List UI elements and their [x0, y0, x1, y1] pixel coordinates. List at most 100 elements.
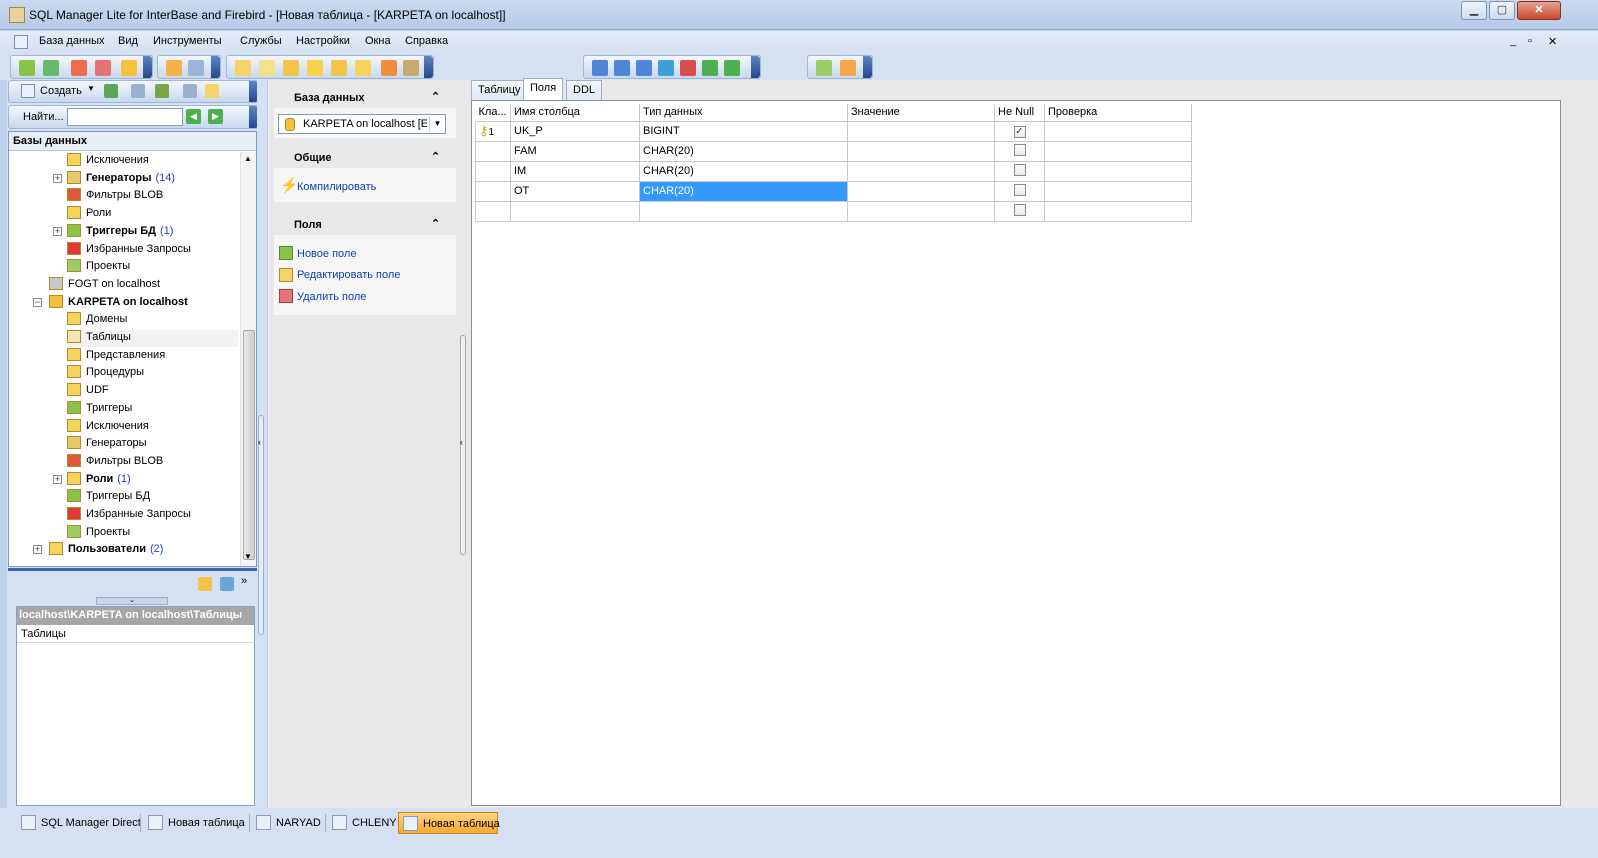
- disconnect-db-icon[interactable]: [95, 60, 111, 76]
- previous-window-icon[interactable]: [702, 60, 718, 76]
- grid-row[interactable]: OT CHAR(20): [475, 180, 1192, 202]
- menu-help[interactable]: Справка: [405, 35, 448, 47]
- tree-item[interactable]: Представления: [67, 347, 165, 365]
- tree-item[interactable]: Избранные Запросы: [67, 507, 191, 524]
- mdi-minimize-button[interactable]: _: [1510, 35, 1516, 47]
- cell-check[interactable]: [1044, 200, 1192, 222]
- tree-item[interactable]: Генераторы: [67, 436, 147, 453]
- tree-expander-icon[interactable]: +: [33, 545, 42, 555]
- app-menu-icon[interactable]: [14, 35, 28, 49]
- tree-item[interactable]: UDF: [67, 383, 109, 400]
- col-value[interactable]: Значение: [847, 104, 995, 121]
- section-fields[interactable]: Поля: [274, 211, 456, 235]
- cell-not-null[interactable]: ✓: [994, 120, 1045, 142]
- grants-icon[interactable]: [403, 60, 419, 76]
- connect-db-icon[interactable]: [43, 60, 59, 76]
- more-icon[interactable]: »: [241, 575, 247, 587]
- grid-row[interactable]: FAM CHAR(20): [475, 140, 1192, 162]
- cell-key[interactable]: ⚷1: [475, 120, 511, 142]
- cell-column-name[interactable]: [510, 200, 640, 222]
- cell-data-type[interactable]: CHAR(20): [639, 140, 848, 162]
- refresh-icon[interactable]: [104, 84, 118, 98]
- collapse-fields-icon[interactable]: ⌃: [431, 217, 440, 230]
- tree-scrollbar[interactable]: ▲ ▼: [240, 152, 256, 566]
- db-properties-icon[interactable]: [121, 60, 137, 76]
- tab-fields[interactable]: Поля: [523, 78, 564, 100]
- db-info-icon[interactable]: [183, 84, 197, 98]
- col-name[interactable]: Имя столбца: [510, 104, 640, 121]
- disconnect-icon[interactable]: [131, 84, 145, 98]
- new-procedure-icon[interactable]: [307, 60, 323, 76]
- find-previous-icon[interactable]: ◀: [186, 109, 201, 124]
- tree-item[interactable]: Процедуры: [67, 365, 144, 382]
- cell-check[interactable]: [1044, 120, 1192, 142]
- cell-column-name[interactable]: IM: [510, 160, 640, 182]
- nav-splitter[interactable]: ‹: [458, 80, 468, 808]
- tree-item[interactable]: − KARPETA on localhost: [33, 294, 188, 312]
- cell-check[interactable]: [1044, 160, 1192, 182]
- toolbar-grip[interactable]: [211, 56, 220, 78]
- tree-item[interactable]: + Генераторы (14): [53, 170, 175, 188]
- task-button[interactable]: NARYAD: [252, 812, 322, 834]
- close-all-icon[interactable]: [680, 60, 696, 76]
- tab-table[interactable]: Таблицу: [471, 80, 528, 100]
- tree-item[interactable]: Исключения: [67, 418, 149, 436]
- unregister-db-icon[interactable]: [71, 60, 87, 76]
- cell-not-null[interactable]: [994, 140, 1045, 162]
- left-splitter[interactable]: ‹: [257, 80, 267, 808]
- cell-default-value[interactable]: [847, 180, 995, 202]
- cell-key[interactable]: [475, 160, 511, 182]
- tree-item[interactable]: Проекты: [67, 524, 130, 542]
- search-input[interactable]: [67, 108, 183, 126]
- panel-splitter-handle[interactable]: ⌄: [96, 597, 168, 605]
- tree-item[interactable]: + Триггеры БД (1): [53, 223, 173, 241]
- delete-field-link[interactable]: Удалить поле: [297, 291, 366, 303]
- tree-item[interactable]: Домены: [67, 312, 127, 329]
- chevron-down-icon[interactable]: ▼: [87, 84, 95, 93]
- tab-ddl[interactable]: DDL: [566, 80, 603, 100]
- tile-horizontal-icon[interactable]: [614, 60, 630, 76]
- sql-editor-icon[interactable]: [166, 60, 182, 76]
- section-general[interactable]: Общие: [274, 144, 456, 168]
- task-button[interactable]: Новая таблица: [144, 812, 246, 834]
- collapse-left-icon[interactable]: ‹: [258, 437, 261, 447]
- group-icon[interactable]: [198, 577, 212, 591]
- cell-column-name[interactable]: UK_P: [510, 120, 640, 142]
- new-trigger-icon[interactable]: [331, 60, 347, 76]
- toolbar-grip[interactable]: [863, 56, 872, 78]
- menu-view[interactable]: Вид: [118, 35, 138, 47]
- tree-item[interactable]: Таблицы: [67, 330, 238, 347]
- col-key[interactable]: Кла...: [475, 104, 511, 121]
- tree-item[interactable]: Проекты: [67, 259, 130, 276]
- scroll-thumb[interactable]: [243, 330, 255, 560]
- maximize-button[interactable]: ▢: [1489, 1, 1515, 20]
- close-button[interactable]: ✕: [1517, 1, 1561, 20]
- minimize-all-icon[interactable]: [658, 60, 674, 76]
- tree-expander-icon[interactable]: +: [53, 173, 62, 183]
- menu-tools[interactable]: Инструменты: [153, 35, 222, 47]
- find-next-icon[interactable]: ▶: [208, 109, 223, 124]
- edit-icon[interactable]: [205, 84, 219, 98]
- not-null-checkbox[interactable]: [1013, 143, 1026, 156]
- view-mode-icon[interactable]: [220, 577, 234, 591]
- grid-row[interactable]: [475, 200, 1192, 222]
- connect-icon[interactable]: [155, 84, 169, 98]
- cell-not-null[interactable]: [994, 180, 1045, 202]
- mdi-restore-button[interactable]: ▫: [1528, 35, 1532, 47]
- tree-item[interactable]: Исключения: [67, 153, 149, 170]
- db-explorer-icon[interactable]: [816, 60, 832, 76]
- new-udf-icon[interactable]: [355, 60, 371, 76]
- cell-not-null[interactable]: [994, 200, 1045, 222]
- new-view-icon[interactable]: [283, 60, 299, 76]
- not-null-checkbox[interactable]: ✓: [1013, 125, 1026, 138]
- mdi-close-button[interactable]: ✕: [1548, 35, 1557, 48]
- query-builder-icon[interactable]: [188, 60, 204, 76]
- tree-expander-icon[interactable]: +: [53, 226, 62, 236]
- col-check[interactable]: Проверка: [1044, 104, 1192, 121]
- toolbar-grip[interactable]: [143, 56, 152, 78]
- tree-expander-icon[interactable]: −: [33, 297, 42, 307]
- cell-default-value[interactable]: [847, 120, 995, 142]
- cell-default-value[interactable]: [847, 140, 995, 162]
- cell-column-name[interactable]: OT: [510, 180, 640, 202]
- tree-item[interactable]: Избранные Запросы: [67, 241, 191, 259]
